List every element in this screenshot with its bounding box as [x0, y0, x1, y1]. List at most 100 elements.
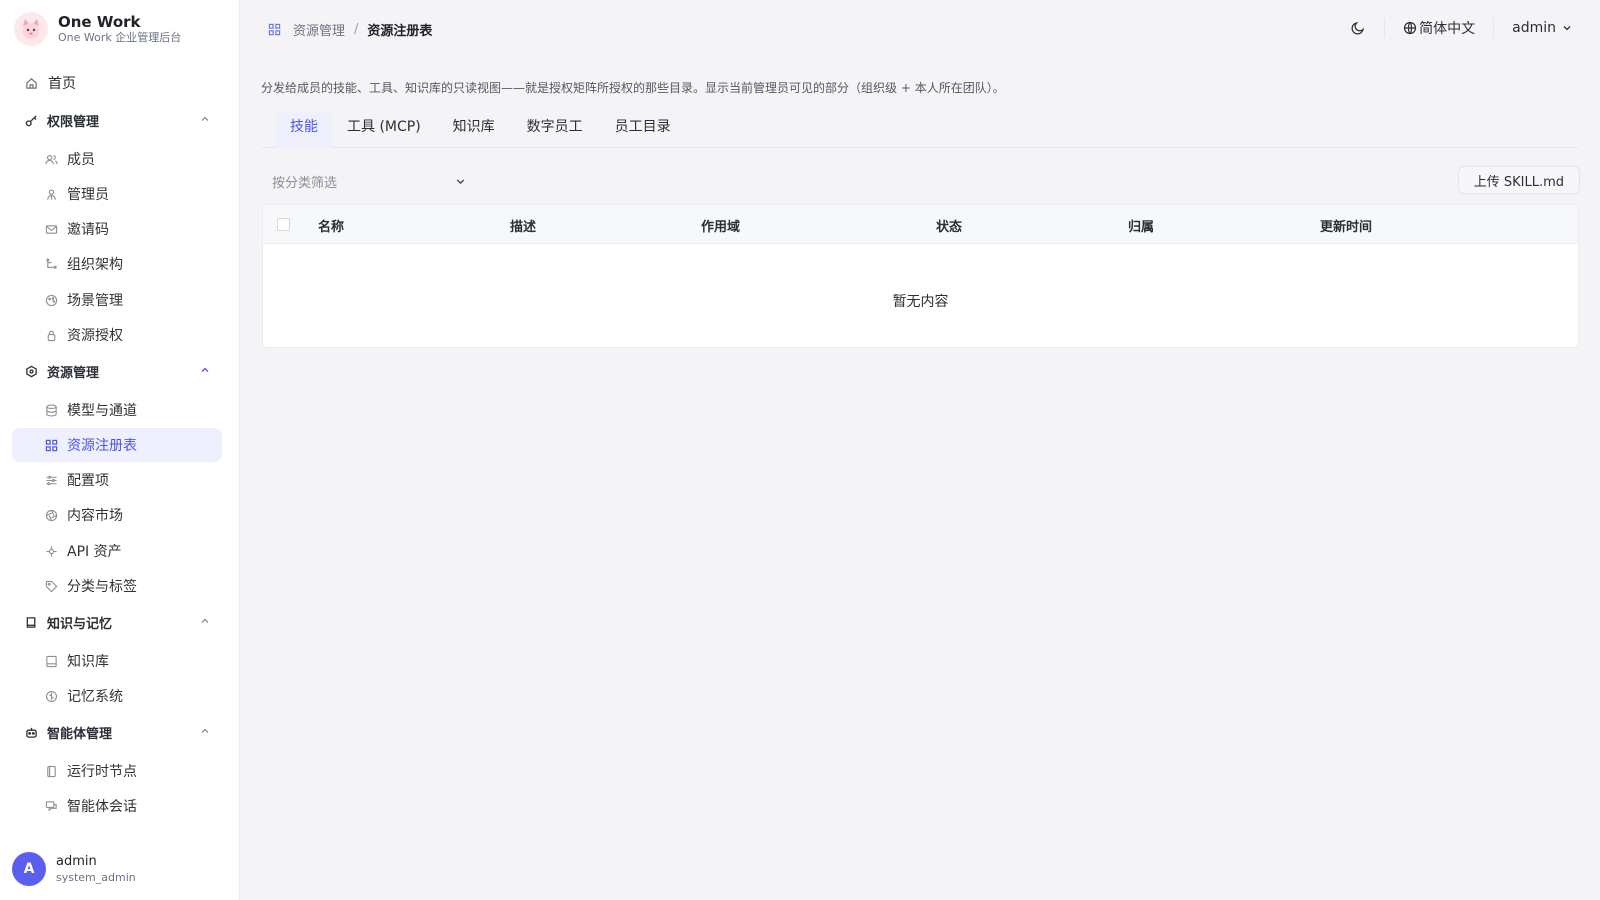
page-description: 分发给成员的技能、工具、知识库的只读视图——就是授权矩阵所授权的那些目录。显示当…	[261, 81, 1005, 95]
sidebar-item-agent-sessions[interactable]: 智能体会话	[12, 789, 222, 823]
hexagon-icon	[24, 364, 38, 378]
resource-tabs: 技能 工具 (MCP) 知识库 数字员工 员工目录	[261, 112, 1579, 148]
tab-knowledge-base[interactable]: 知识库	[437, 112, 511, 148]
sidebar-group-label: 权限管理	[47, 114, 100, 130]
home-icon	[24, 76, 38, 90]
grid-icon	[268, 23, 281, 36]
sidebar-group-resources[interactable]: 资源管理	[12, 354, 222, 388]
sidebar-item-label: 分类与标签	[67, 579, 137, 595]
brand[interactable]: One Work One Work 企业管理后台	[14, 12, 181, 46]
column-header-scope[interactable]: 作用域	[701, 216, 740, 235]
account-menu[interactable]: admin	[1512, 20, 1572, 36]
column-header-owner[interactable]: 归属	[1128, 216, 1154, 235]
plug-icon	[44, 544, 58, 558]
tab-employee-directory[interactable]: 员工目录	[599, 112, 687, 148]
sidebar-item-label: 运行时节点	[67, 764, 137, 780]
sidebar-item-knowledge-base[interactable]: 知识库	[12, 644, 222, 678]
grid-icon	[44, 438, 58, 452]
sidebar-item-memory[interactable]: 记忆系统	[12, 679, 222, 713]
notebook-icon	[44, 654, 58, 668]
sidebar-item-invite-codes[interactable]: 邀请码	[12, 212, 222, 246]
select-all-checkbox[interactable]	[277, 218, 290, 231]
sidebar-item-label: 场景管理	[67, 293, 123, 309]
column-header-updated[interactable]: 更新时间	[1320, 216, 1372, 235]
sidebar-item-resource-registry[interactable]: 资源注册表	[12, 428, 222, 462]
header-actions: 简体中文 admin	[1350, 18, 1572, 38]
tab-digital-employees[interactable]: 数字员工	[511, 112, 599, 148]
sidebar-item-label: 模型与通道	[67, 403, 137, 419]
sidebar-item-org-structure[interactable]: 组织架构	[12, 247, 222, 281]
sidebar-item-admins[interactable]: 管理员	[12, 177, 222, 211]
sidebar-item-label: 知识库	[67, 654, 109, 670]
sidebar-group-label: 智能体管理	[47, 726, 113, 742]
breadcrumb-parent[interactable]: 资源管理	[293, 20, 345, 39]
sidebar-item-home[interactable]: 首页	[12, 66, 222, 100]
aperture-icon	[44, 508, 58, 522]
sidebar-item-config[interactable]: 配置项	[12, 463, 222, 497]
sidebar-item-label: 组织架构	[67, 257, 123, 273]
divider	[1384, 18, 1386, 38]
sidebar-item-label: 资源注册表	[67, 438, 137, 454]
language-label: 简体中文	[1419, 21, 1476, 37]
column-header-status[interactable]: 状态	[936, 216, 962, 235]
theme-toggle-button[interactable]	[1350, 20, 1366, 36]
upload-skill-button[interactable]: 上传 SKILL.md	[1457, 166, 1580, 194]
user-role: system_admin	[56, 870, 136, 884]
chevron-up-icon	[200, 113, 210, 128]
current-user[interactable]: A admin system_admin	[12, 852, 136, 886]
sidebar-item-resource-auth[interactable]: 资源授权	[12, 318, 222, 352]
account-name: admin	[1512, 20, 1556, 36]
breadcrumb: 资源管理 / 资源注册表	[268, 20, 432, 39]
column-header-name[interactable]: 名称	[318, 216, 344, 235]
lock-icon	[44, 328, 58, 342]
sidebar-group-agents[interactable]: 智能体管理	[12, 715, 222, 749]
sidebar-item-marketplace[interactable]: 内容市场	[12, 498, 222, 532]
sidebar-item-label: 成员	[67, 152, 95, 168]
users-icon	[44, 152, 58, 166]
sidebar-item-tags[interactable]: 分类与标签	[12, 569, 222, 603]
category-filter-select[interactable]: 按分类筛选	[262, 164, 476, 198]
sidebar-item-label: 配置项	[67, 473, 109, 489]
database-icon	[44, 403, 58, 417]
chevron-up-icon	[200, 725, 210, 740]
sidebar-item-members[interactable]: 成员	[12, 142, 222, 176]
sidebar-item-api-assets[interactable]: API 资产	[12, 534, 222, 568]
sidebar-item-label: 记忆系统	[67, 689, 123, 705]
language-switcher[interactable]: 简体中文	[1403, 18, 1475, 38]
server-icon	[44, 764, 58, 778]
chevron-up-icon	[200, 615, 210, 630]
chevron-down-icon	[455, 176, 466, 187]
breadcrumb-current: 资源注册表	[367, 24, 433, 39]
table-header: 名称 描述 作用域 状态 归属 更新时间	[263, 205, 1578, 244]
brand-subtitle: One Work 企业管理后台	[58, 31, 182, 44]
chevron-up-icon	[200, 364, 210, 379]
breadcrumb-separator: /	[354, 22, 359, 37]
tab-skills[interactable]: 技能	[277, 112, 331, 148]
divider	[1493, 18, 1495, 38]
sidebar-item-models[interactable]: 模型与通道	[12, 393, 222, 427]
column-header-description[interactable]: 描述	[510, 216, 536, 235]
avatar: A	[12, 852, 46, 886]
sidebar-item-label: 内容市场	[67, 508, 123, 524]
sidebar-item-label: API 资产	[67, 544, 122, 560]
sidebar-item-label: 邀请码	[67, 222, 109, 238]
palette-icon	[44, 293, 58, 307]
globe-icon	[1403, 21, 1417, 35]
mail-icon	[44, 222, 58, 236]
chat-icon	[44, 799, 58, 813]
sidebar-item-label: 首页	[48, 76, 76, 92]
sidebar-group-permissions[interactable]: 权限管理	[12, 103, 222, 137]
sidebar-item-label: 资源授权	[67, 328, 123, 344]
tag-icon	[44, 579, 58, 593]
cat-logo-icon	[14, 12, 48, 46]
sidebar-group-knowledge[interactable]: 知识与记忆	[12, 605, 222, 639]
tab-tools-mcp[interactable]: 工具 (MCP)	[331, 112, 437, 148]
sidebar-item-label: 管理员	[67, 187, 109, 203]
robot-icon	[24, 725, 38, 739]
sidebar: One Work One Work 企业管理后台 首页 权限管理 成员 管理员 …	[0, 0, 240, 900]
sidebar-item-runtime-nodes[interactable]: 运行时节点	[12, 754, 222, 788]
sidebar-item-label: 智能体会话	[67, 799, 137, 815]
book-icon	[24, 615, 38, 629]
sidebar-item-scenes[interactable]: 场景管理	[12, 283, 222, 317]
sidebar-group-label: 资源管理	[47, 365, 100, 381]
